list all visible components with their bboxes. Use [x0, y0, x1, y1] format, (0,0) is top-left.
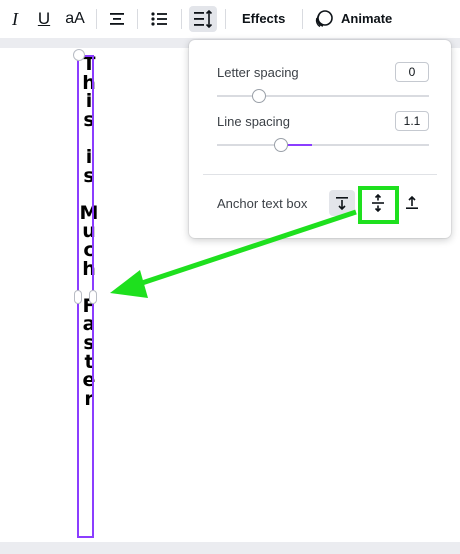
toolbar-divider: [96, 9, 97, 29]
anchor-bottom-icon: [406, 195, 418, 209]
toolbar-divider: [302, 9, 303, 29]
rotate-handle[interactable]: [73, 49, 85, 61]
letter-case-button[interactable]: aA: [62, 6, 88, 32]
line-spacing-slider[interactable]: [217, 138, 429, 152]
annotation-highlight-box: [358, 186, 399, 224]
anchor-bottom-button[interactable]: [399, 190, 425, 216]
italic-icon: I: [12, 8, 18, 29]
bulleted-list-button[interactable]: [146, 6, 172, 32]
anchor-top-button[interactable]: [329, 190, 355, 216]
animate-icon: [315, 10, 333, 28]
underline-button[interactable]: U: [32, 6, 56, 32]
anchor-text-box-label: Anchor text box: [217, 196, 308, 211]
letter-spacing-label: Letter spacing: [217, 65, 299, 80]
text-toolbar: I U aA Effects Animate: [0, 0, 460, 38]
toolbar-divider: [137, 9, 138, 29]
align-center-button[interactable]: [104, 6, 130, 32]
spacing-button[interactable]: [189, 6, 217, 32]
resize-handle-right[interactable]: [89, 290, 97, 304]
letter-spacing-slider[interactable]: [217, 89, 429, 103]
spacing-popover: Letter spacing 0 Line spacing 1.1 Anchor…: [189, 40, 451, 238]
editor-page: I U aA Effects Animate T h i s i s M u c…: [0, 0, 460, 554]
bulleted-list-icon: [151, 12, 167, 26]
spacing-icon: [194, 10, 213, 28]
underline-icon: U: [37, 9, 51, 28]
animate-icon-wrap[interactable]: [313, 8, 335, 30]
toolbar-divider: [225, 9, 226, 29]
anchor-top-icon: [336, 197, 348, 211]
effects-button[interactable]: Effects: [242, 11, 285, 26]
align-center-icon: [110, 13, 124, 25]
popover-divider: [203, 174, 437, 175]
resize-handle-left[interactable]: [74, 290, 82, 304]
letter-spacing-input[interactable]: 0: [395, 62, 429, 82]
line-spacing-label: Line spacing: [217, 114, 290, 129]
italic-button[interactable]: I: [4, 6, 26, 32]
letter-spacing-slider-thumb[interactable]: [252, 89, 267, 103]
line-spacing-slider-thumb[interactable]: [273, 138, 288, 152]
animate-button[interactable]: Animate: [341, 11, 392, 26]
line-spacing-input[interactable]: 1.1: [395, 111, 429, 131]
toolbar-divider: [181, 9, 182, 29]
case-icon: aA: [65, 10, 85, 27]
